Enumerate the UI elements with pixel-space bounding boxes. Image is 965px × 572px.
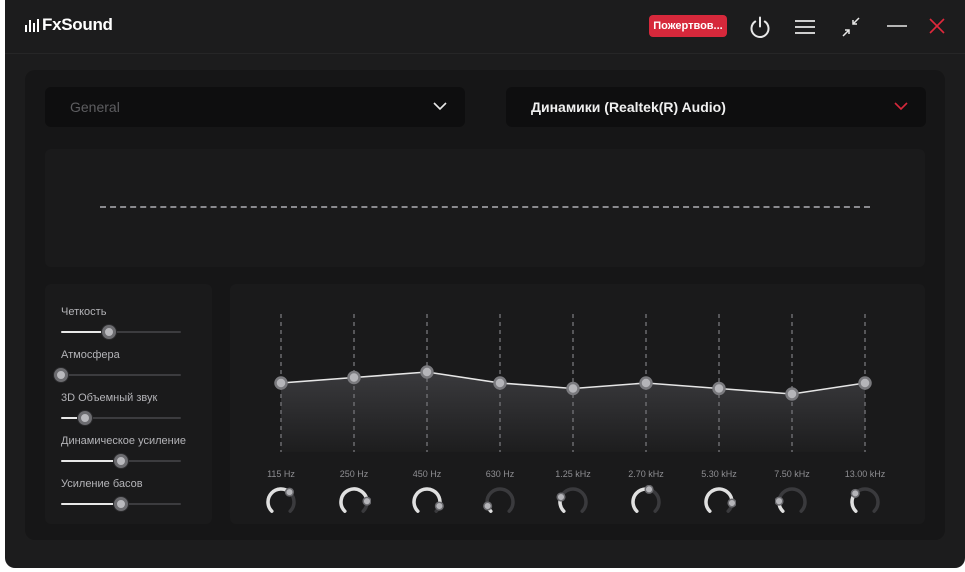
minimize-view-icon (842, 17, 860, 37)
eq-band-knob[interactable] (410, 485, 444, 519)
equalizer-logo-icon (25, 18, 39, 32)
close-button[interactable] (922, 12, 952, 42)
title-bar: FxSound Пожертвов... (5, 0, 965, 54)
eq-band-knob[interactable] (556, 485, 590, 519)
eq-band-handle[interactable] (712, 381, 726, 396)
surround-slider[interactable] (61, 411, 181, 425)
slider-thumb[interactable] (114, 454, 128, 468)
ambience-slider[interactable] (54, 368, 181, 382)
eq-band-label: 115 Hz (267, 469, 295, 479)
effect-label: Усиление басов (61, 478, 143, 490)
effect-bass-boost: Усиление басов (61, 478, 201, 511)
eq-band-handle[interactable] (420, 365, 434, 379)
menu-button[interactable] (790, 12, 820, 42)
eq-band-handle[interactable] (347, 370, 361, 385)
app-name: FxSound (42, 15, 113, 34)
minimize-view-button[interactable] (836, 12, 866, 42)
effect-clarity: Четкость (61, 306, 201, 339)
eq-band-knob[interactable] (774, 485, 809, 519)
power-button[interactable] (745, 12, 775, 42)
eq-band-handle[interactable] (566, 381, 580, 396)
minimize-icon (887, 25, 907, 27)
slider-thumb[interactable] (78, 411, 92, 425)
slider-thumb[interactable] (54, 368, 68, 382)
effects-panel: Четкость Атмосфера 3D Объемный звук Дина… (45, 284, 212, 524)
effect-surround: 3D Объемный звук (61, 392, 201, 425)
eq-band-label: 13.00 kHz (844, 469, 886, 479)
visualizer-baseline (100, 206, 870, 208)
dynamic-boost-slider[interactable] (61, 454, 181, 468)
eq-band-knob[interactable] (264, 485, 298, 519)
output-device-dropdown[interactable]: Динамики (Realtek(R) Audio) (506, 87, 926, 127)
power-icon (750, 16, 770, 39)
effect-label: Атмосфера (61, 349, 120, 361)
eq-band-handle[interactable] (639, 376, 653, 390)
eq-band-label: 450 Hz (412, 469, 442, 479)
effect-label: Динамическое усиление (61, 435, 186, 447)
eq-band-handle[interactable] (785, 387, 799, 401)
equalizer-panel: 115 Hz 250 Hz 450 Hz 630 Hz 1.25 kHz 2.70 kHz… (230, 284, 925, 524)
eq-band-handle[interactable] (858, 376, 872, 390)
slider-thumb[interactable] (114, 497, 128, 511)
preset-dropdown[interactable]: General (45, 87, 465, 127)
close-icon (929, 18, 945, 34)
slider-thumb[interactable] (102, 325, 116, 339)
eq-band-label: 2.70 kHz (628, 469, 664, 479)
eq-band-handle[interactable] (493, 376, 507, 390)
eq-band-label: 7.50 kHz (774, 469, 810, 479)
audio-visualizer (45, 149, 925, 267)
eq-band-label: 630 Hz (485, 469, 515, 479)
eq-band-knob[interactable] (483, 485, 517, 519)
effect-label: Четкость (61, 306, 107, 318)
eq-band-label: 250 Hz (339, 469, 369, 479)
device-selected: Динамики (Realtek(R) Audio) (531, 99, 726, 115)
bass-boost-slider[interactable] (61, 497, 181, 511)
eq-band-knob[interactable] (337, 485, 372, 519)
chevron-down-icon (894, 102, 908, 111)
eq-band-label: 5.30 kHz (701, 469, 737, 479)
eq-band-handle[interactable] (274, 376, 288, 390)
app-logo: FxSound (25, 15, 113, 35)
chevron-down-icon (433, 102, 447, 111)
eq-band-knob[interactable] (702, 485, 737, 519)
menu-icon (795, 20, 815, 34)
clarity-slider[interactable] (61, 325, 181, 339)
effect-dynamic-boost: Динамическое усиление (61, 435, 201, 468)
minimize-button[interactable] (882, 12, 912, 42)
donate-button[interactable]: Пожертвов... (649, 15, 727, 37)
effect-ambience: Атмосфера (54, 349, 201, 382)
effect-label: 3D Объемный звук (61, 392, 158, 404)
preset-selected: General (70, 99, 120, 115)
eq-band-knob[interactable] (848, 485, 882, 519)
eq-curve-graph (274, 314, 872, 452)
eq-band-label: 1.25 kHz (555, 469, 591, 479)
eq-band-knob[interactable] (629, 484, 663, 519)
